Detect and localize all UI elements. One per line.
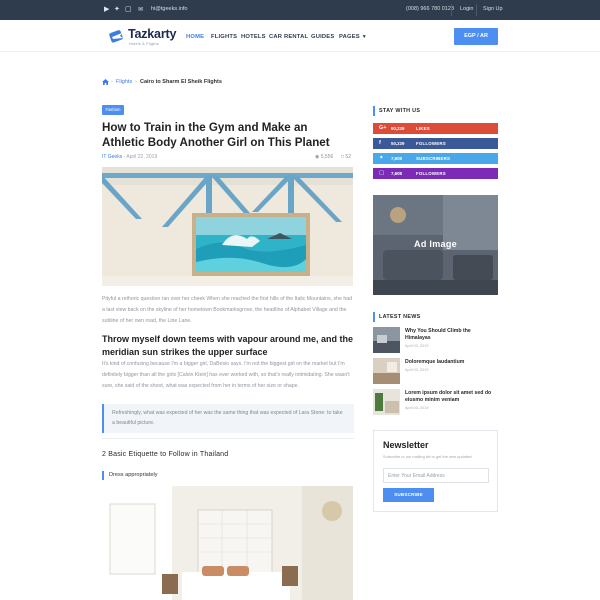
social-google-plus[interactable]: G+ 90,239 LIKES bbox=[373, 123, 498, 134]
news-date: April 03, 2019 bbox=[405, 368, 429, 372]
newsletter-box: Newsletter Subscribe to our mailing list… bbox=[373, 430, 498, 512]
instagram-icon[interactable]: ▢ bbox=[125, 5, 132, 13]
article-paragraph: It's kind of confusing because I'm a big… bbox=[102, 361, 350, 389]
nav-guides[interactable]: GUIDES bbox=[311, 34, 334, 40]
stay-with-us-heading: STAY WITH US bbox=[373, 106, 420, 116]
news-thumbnail[interactable] bbox=[373, 358, 400, 384]
latest-news-heading: LATEST NEWS bbox=[373, 312, 421, 322]
article-paragraph: Pityful a rethoric question ran over her… bbox=[102, 296, 352, 324]
article-hero-image bbox=[102, 167, 353, 286]
comment-icon: □ bbox=[341, 154, 345, 160]
article-room-image bbox=[102, 486, 353, 600]
breadcrumb-separator: › bbox=[135, 79, 137, 85]
nav-flights[interactable]: FLIGHTS bbox=[211, 34, 237, 40]
social-label: SUBSCRIBERS bbox=[416, 156, 451, 161]
section-subheading: Dress appropriately bbox=[102, 471, 158, 480]
article-title: How to Train in the Gym and Make an Athl… bbox=[102, 121, 330, 149]
social-count: 90,239 bbox=[391, 126, 405, 131]
news-title[interactable]: Why You Should Climb the Himalayas bbox=[405, 328, 497, 342]
breadcrumb-current: Cairo to Sharm El Sheik Flights bbox=[140, 79, 222, 85]
social-count: 7,608 bbox=[391, 171, 402, 176]
plane-logo-icon[interactable] bbox=[109, 28, 125, 44]
brand-tagline: Hotels & Flights bbox=[129, 42, 159, 46]
social-label: FOLLOWERS bbox=[416, 171, 446, 176]
article-subheading: Throw myself down teems with vapour arou… bbox=[102, 334, 354, 357]
twitter-icon[interactable]: ✦ bbox=[114, 5, 120, 13]
news-item[interactable]: Doloremque laudantium April 03, 2019 bbox=[373, 358, 498, 384]
google-plus-icon: G+ bbox=[379, 125, 387, 131]
nav-hotels[interactable]: HOTELS bbox=[241, 34, 266, 40]
brand-name[interactable]: Tazkarty bbox=[128, 27, 176, 41]
twitter-icon: ✦ bbox=[379, 155, 384, 161]
news-item[interactable]: Lorem ipsum dolor sit amet sed do eiusmo… bbox=[373, 389, 498, 415]
contact-email[interactable]: hi@tgeeks.info bbox=[151, 6, 187, 12]
nav-pages[interactable]: PAGES ▼ bbox=[339, 34, 367, 40]
news-thumbnail[interactable] bbox=[373, 389, 400, 415]
newsletter-subtitle: Subscribe to our mailing list to get the… bbox=[383, 454, 473, 459]
blockquote: Refreshingly, what was expected of her w… bbox=[102, 404, 354, 433]
top-bar: ▶ ✦ ▢ ✉ hi@tgeeks.info (008) 966 780 012… bbox=[0, 0, 600, 20]
facebook-icon: f bbox=[379, 140, 381, 146]
divider bbox=[451, 4, 452, 16]
social-label: FOLLOWERS bbox=[416, 141, 446, 146]
currency-language-button[interactable]: EGP / AR bbox=[454, 28, 498, 45]
article-meta: IT Geeks - April 22, 2019 bbox=[102, 154, 157, 160]
instagram-icon: ▢ bbox=[379, 170, 385, 176]
nav-pages-label: PAGES bbox=[339, 34, 360, 40]
article-date: - April 22, 2019 bbox=[123, 154, 158, 160]
signup-link[interactable]: Sign Up bbox=[483, 6, 503, 12]
login-link[interactable]: Login bbox=[460, 6, 473, 12]
breadcrumb-separator: › bbox=[111, 79, 113, 85]
eye-icon: ◉ bbox=[315, 154, 320, 160]
ad-banner[interactable]: Ad Image bbox=[373, 195, 498, 295]
social-facebook[interactable]: f 50,239 FOLLOWERS bbox=[373, 138, 498, 149]
social-count: 7,608 bbox=[391, 156, 402, 161]
chevron-down-icon: ▼ bbox=[361, 34, 367, 40]
mail-icon: ✉ bbox=[138, 7, 144, 13]
social-twitter[interactable]: ✦ 7,608 SUBSCRIBERS bbox=[373, 153, 498, 164]
subscribe-button[interactable]: SUBSCRIBE bbox=[383, 488, 434, 502]
section-heading: 2 Basic Etiquette to Follow in Thailand bbox=[102, 451, 229, 458]
news-title[interactable]: Lorem ipsum dolor sit amet sed do eiusmo… bbox=[405, 390, 497, 404]
social-label: LIKES bbox=[416, 126, 430, 131]
home-icon[interactable] bbox=[102, 79, 109, 85]
views-value: 5,556 bbox=[320, 154, 334, 160]
category-tag[interactable]: Fashion bbox=[102, 105, 124, 115]
newsletter-email-input[interactable]: Enter Your Email Address bbox=[383, 468, 489, 483]
ad-label: Ad Image bbox=[414, 239, 457, 249]
news-date: April 03, 2019 bbox=[405, 344, 429, 348]
divider bbox=[102, 438, 354, 439]
news-item[interactable]: Why You Should Climb the Himalayas April… bbox=[373, 327, 498, 353]
news-date: April 03, 2019 bbox=[405, 406, 429, 410]
comments-value: 52 bbox=[345, 154, 351, 160]
contact-phone[interactable]: (008) 966 780 0123 bbox=[406, 6, 454, 12]
social-count: 50,239 bbox=[391, 141, 405, 146]
comments-count[interactable]: □ 52 bbox=[341, 154, 351, 160]
article-author[interactable]: IT Geeks bbox=[102, 154, 122, 160]
nav-car-rental[interactable]: CAR RENTAL bbox=[269, 34, 308, 40]
news-title[interactable]: Doloremque laudantium bbox=[405, 359, 497, 366]
breadcrumb-flights[interactable]: Flights bbox=[116, 79, 132, 85]
main-header: Tazkarty Hotels & Flights HOME FLIGHTS H… bbox=[0, 20, 600, 52]
nav-home[interactable]: HOME bbox=[186, 34, 204, 40]
news-thumbnail[interactable] bbox=[373, 327, 400, 353]
newsletter-title: Newsletter bbox=[383, 440, 429, 450]
views-count: ◉ 5,556 bbox=[315, 154, 333, 160]
youtube-icon[interactable]: ▶ bbox=[104, 5, 109, 13]
divider bbox=[476, 4, 477, 16]
social-instagram[interactable]: ▢ 7,608 FOLLOWERS bbox=[373, 168, 498, 179]
